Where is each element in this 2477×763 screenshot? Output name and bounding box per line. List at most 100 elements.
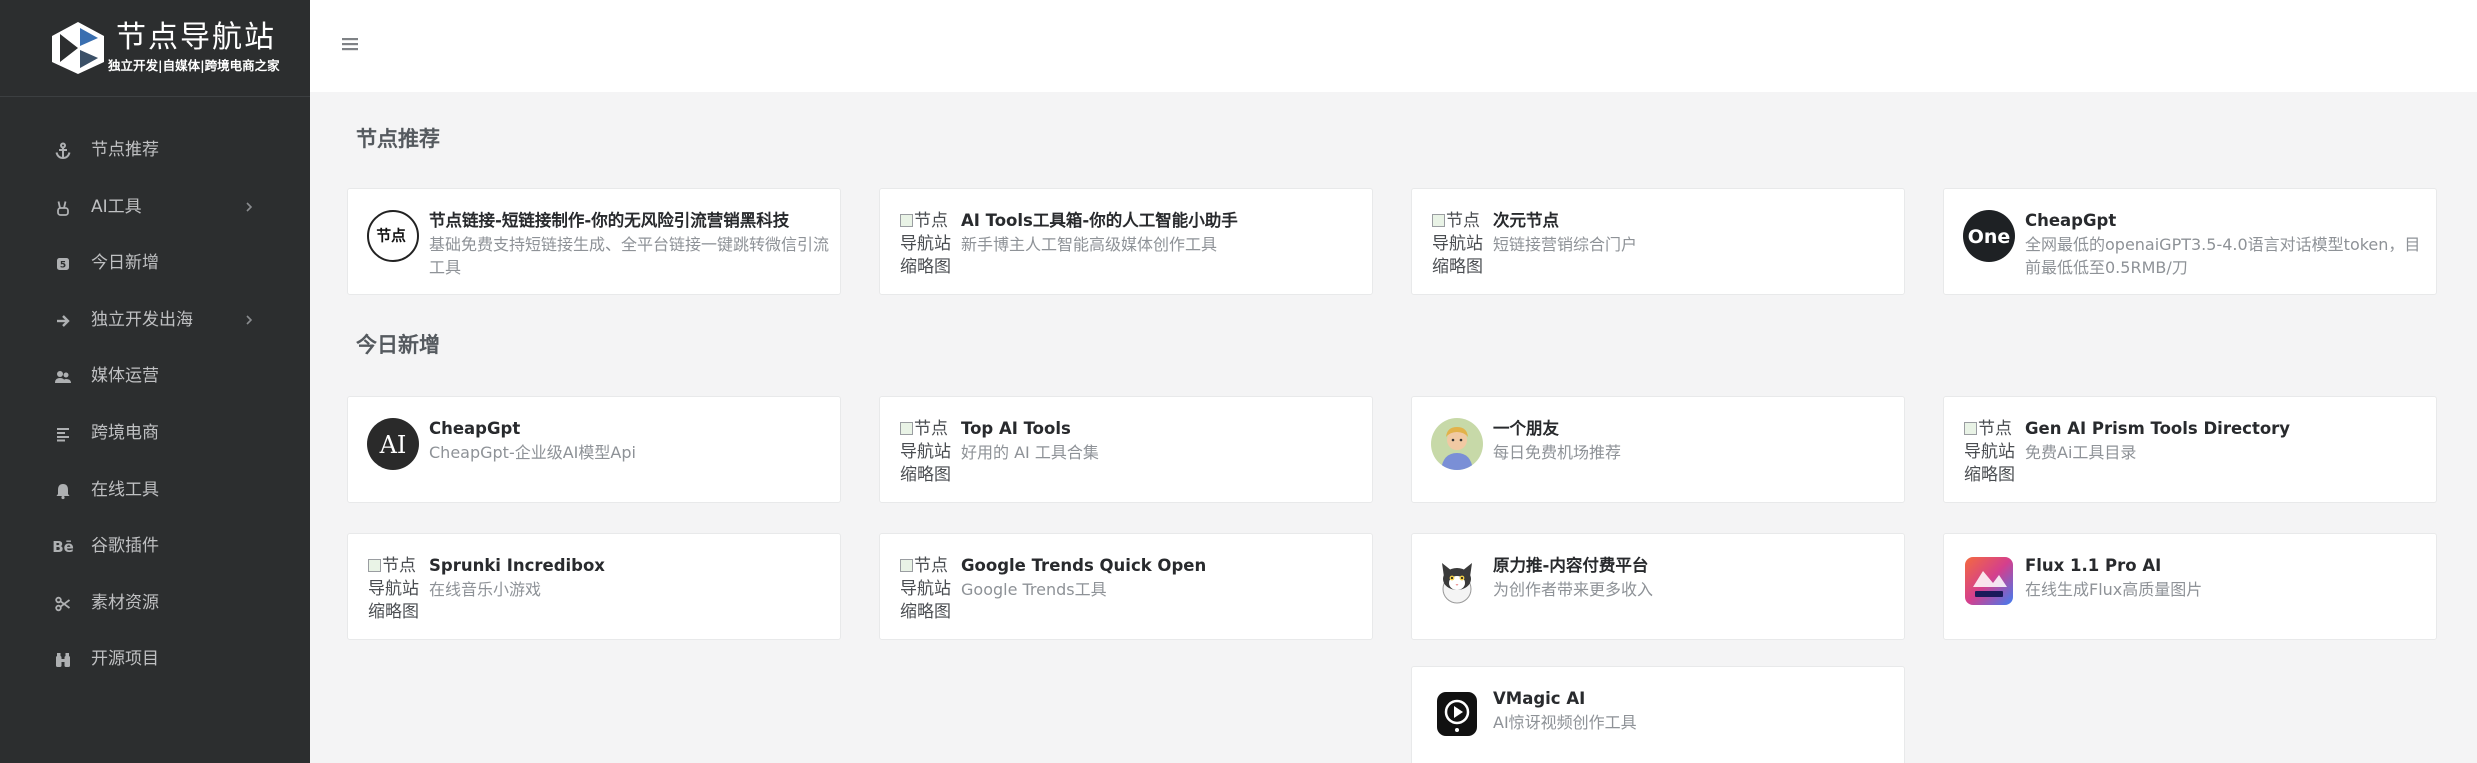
sidebar-item-label: 媒体运营 [91,366,159,387]
sidebar-item-label: 今日新增 [91,253,159,274]
sidebar-item-assets[interactable]: 素材资源 [0,575,310,632]
users-icon [52,366,74,388]
svg-text:节点: 节点 [376,227,406,245]
sidebar-item-media-ops[interactable]: 媒体运营 [0,348,310,405]
site-card[interactable]: 节点导航站缩略图 Sprunki Incredibox 在线音乐小游戏 [347,533,841,640]
site-card[interactable]: 节点导航站缩略图 Gen AI Prism Tools Directory 免费… [1943,396,2437,503]
card-title: AI Tools工具箱-你的人工智能小助手 [961,211,1238,230]
card-title: 一个朋友 [1493,419,1559,438]
sidebar-item-label: 节点推荐 [91,140,159,160]
broken-image-icon: 节点导航站缩略图 [367,555,419,622]
section-title-node-recommend: 节点推荐 [356,127,440,151]
card-title: 节点链接-短链接制作-你的无风险引流营销黑科技 [429,211,790,230]
binoculars-icon [52,649,74,671]
card-title: Gen AI Prism Tools Directory [2025,419,2291,438]
broken-image-icon: 节点导航站缩略图 [1431,210,1483,277]
sidebar-item-ai-tools[interactable]: AI工具 [0,179,310,236]
hand-peace-icon [52,197,74,219]
site-card[interactable]: 原力推-内容付费平台 为创作者带来更多收入 [1411,533,1905,640]
card-title: CheapGpt [2025,211,2117,230]
sidebar-menu: 节点推荐 AI工具 5 今日新增 独立开发出海 媒体运营 跨境电商 在线工具 B… [0,122,310,688]
site-card[interactable]: 节点 节点链接-短链接制作-你的无风险引流营销黑科技 基础免费支持短链接生成、全… [347,188,841,295]
sidebar-item-label: 独立开发出海 [91,309,193,330]
align-left-icon [52,423,74,445]
friend-avatar-icon [1431,418,1483,470]
sidebar-item-label: 在线工具 [91,479,159,500]
top-header [310,0,2477,92]
card-description: Google Trends工具 [961,580,1107,599]
site-subtitle: 独立开发|自媒体|跨境电商之家 [108,58,280,73]
card-description: 全网最低的openaiGPT3.5-4.0语言对话模型token，目前最低低至0… [2025,235,2421,277]
card-title: 原力推-内容付费平台 [1493,556,1649,575]
svg-text:AI: AI [379,431,407,459]
card-title: VMagic AI [1493,689,1586,708]
broken-image-icon: 节点导航站缩略图 [899,418,951,485]
site-card[interactable]: 节点导航站缩略图 AI Tools工具箱-你的人工智能小助手 新手博主人工智能高… [879,188,1373,295]
menu-toggle-icon[interactable] [340,34,360,54]
flux-logo-icon [1963,555,2015,607]
vmagic-logo-icon [1431,688,1483,740]
broken-image-icon: 节点导航站缩略图 [1963,418,2015,485]
jiedian-logo-icon: 节点 [367,210,419,262]
card-title: 次元节点 [1493,211,1559,230]
card-description: 免费Ai工具目录 [2025,443,2137,462]
card-description: CheapGpt-企业级AI模型Api [429,443,636,462]
anchor-icon [52,140,74,162]
sidebar-item-label: AI工具 [91,196,142,217]
svg-text:One: One [1968,226,2011,248]
site-card[interactable]: 节点导航站缩略图 次元节点 短链接营销综合门户 [1411,188,1905,295]
card-title: Google Trends Quick Open [961,556,1207,575]
sidebar-item-chrome-plugins[interactable]: Bē 谷歌插件 [0,518,310,575]
sidebar-divider [0,96,310,97]
broken-image-icon: 节点导航站缩略图 [899,210,951,277]
svg-text:5: 5 [60,261,66,271]
scissors-icon [52,593,74,615]
site-card[interactable]: 一个朋友 每日免费机场推荐 [1411,396,1905,503]
card-description: 短链接营销综合门户 [1493,235,1638,254]
card-description: AI惊讶视频创作工具 [1493,713,1637,732]
section-title-today-new: 今日新增 [356,333,440,357]
card-description: 在线生成Flux高质量图片 [2025,580,2203,599]
sidebar-item-indie-dev[interactable]: 独立开发出海 [0,292,310,349]
site-card[interactable]: One CheapGpt 全网最低的openaiGPT3.5-4.0语言对话模型… [1943,188,2437,295]
card-description: 基础免费支持短链接生成、全平台链接一键跳转微信引流工具 [429,235,830,277]
logo-icon [52,22,104,74]
card-title: CheapGpt [429,419,521,438]
arrow-right-icon [52,310,74,332]
sidebar-item-node-recommend[interactable]: 节点推荐 [0,122,310,179]
card-description: 好用的 AI 工具合集 [961,443,1099,462]
card-description: 在线音乐小游戏 [429,580,542,599]
sidebar-item-open-source[interactable]: 开源项目 [0,631,310,688]
card-title: Flux 1.1 Pro AI [2025,556,2162,575]
site-card[interactable]: 节点导航站缩略图 Google Trends Quick Open Google… [879,533,1373,640]
sidebar-item-label: 开源项目 [91,649,159,670]
site-logo[interactable]: 节点导航站 独立开发|自媒体|跨境电商之家 [50,18,310,78]
one-logo-icon: One [1963,210,2015,262]
card-description: 每日免费机场推荐 [1493,443,1622,462]
site-card[interactable]: 节点导航站缩略图 Top AI Tools 好用的 AI 工具合集 [879,396,1373,503]
card-description: 新手博主人工智能高级媒体创作工具 [961,235,1218,254]
site-card[interactable]: Flux 1.1 Pro AI 在线生成Flux高质量图片 [1943,533,2437,640]
site-card[interactable]: VMagic AI AI惊讶视频创作工具 [1411,666,1905,763]
cat-avatar-icon [1431,555,1483,607]
sidebar-item-label: 跨境电商 [91,422,159,443]
sidebar-item-label: 素材资源 [91,592,159,613]
broken-image-icon: 节点导航站缩略图 [899,555,951,622]
sidebar-item-today-new[interactable]: 5 今日新增 [0,235,310,292]
site-title: 节点导航站 [116,20,276,55]
site-card[interactable]: AI CheapGpt CheapGpt-企业级AI模型Api [347,396,841,503]
main-content: 节点推荐 节点 节点链接-短链接制作-你的无风险引流营销黑科技 基础免费支持短链… [310,92,2477,763]
card-title: Sprunki Incredibox [429,556,605,575]
card-description: 为创作者带来更多收入 [1493,580,1654,599]
sidebar-item-cross-border[interactable]: 跨境电商 [0,405,310,462]
ai-logo-icon: AI [367,418,419,470]
sidebar-item-label: 谷歌插件 [91,536,159,557]
bell-icon [52,480,74,502]
behance-icon: Bē [52,538,74,557]
calendar-badge-icon: 5 [52,253,74,275]
sidebar: 节点导航站 独立开发|自媒体|跨境电商之家 节点推荐 AI工具 5 今日新增 独… [0,0,310,763]
card-title: Top AI Tools [961,419,1071,438]
chevron-right-icon [246,315,253,325]
chevron-right-icon [246,202,253,212]
sidebar-item-online-tools[interactable]: 在线工具 [0,462,310,519]
